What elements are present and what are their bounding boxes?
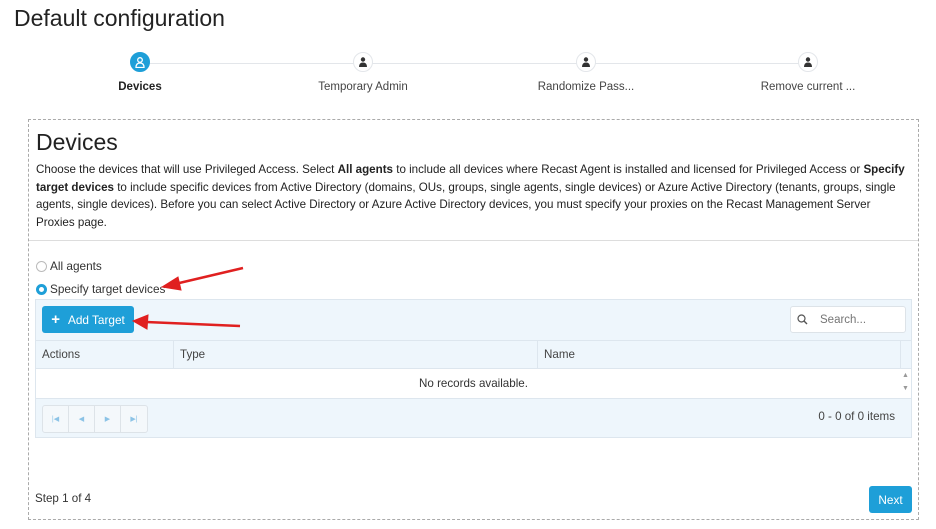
divider xyxy=(29,240,918,241)
plus-icon: + xyxy=(51,311,60,328)
scrollbar[interactable]: ▲ ▼ xyxy=(900,369,911,398)
add-target-button[interactable]: + Add Target xyxy=(42,306,134,333)
user-icon xyxy=(798,52,818,72)
search-icon xyxy=(797,314,808,325)
search-input[interactable] xyxy=(820,313,900,326)
user-icon xyxy=(130,52,150,72)
stepper-line xyxy=(140,63,808,64)
page-title: Default configuration xyxy=(14,5,225,31)
targets-grid: +Add Target Actions Type Name No records… xyxy=(35,299,912,438)
radio-button[interactable] xyxy=(36,283,47,295)
wizard-stepper: Devices Temporary Admin Randomize Pass..… xyxy=(30,52,920,102)
devices-panel: Devices Choose the devices that will use… xyxy=(28,119,919,520)
pager: |◀ ◀ ▶ ▶| xyxy=(42,405,148,433)
grid-header: Actions Type Name xyxy=(36,340,911,369)
step-remove-current[interactable]: Remove current ... xyxy=(728,52,888,93)
scroll-down-icon: ▼ xyxy=(902,385,909,392)
scroll-up-icon: ▲ xyxy=(902,372,909,379)
column-name[interactable]: Name xyxy=(538,341,901,369)
step-devices[interactable]: Devices xyxy=(60,52,220,93)
section-description: Choose the devices that will use Privile… xyxy=(36,163,905,229)
empty-message: No records available. xyxy=(419,377,528,390)
step-temporary-admin[interactable]: Temporary Admin xyxy=(283,52,443,93)
step-counter: Step 1 of 4 xyxy=(35,492,92,505)
grid-body: No records available. ▲ ▼ xyxy=(36,369,911,399)
next-button[interactable]: Next xyxy=(869,486,912,513)
column-actions[interactable]: Actions xyxy=(36,341,174,369)
user-icon xyxy=(576,52,596,72)
radio-button[interactable] xyxy=(36,260,47,272)
user-icon xyxy=(353,52,373,72)
prev-page-button[interactable]: ◀ xyxy=(69,406,95,432)
last-page-button[interactable]: ▶| xyxy=(121,406,147,432)
next-page-button[interactable]: ▶ xyxy=(95,406,121,432)
first-page-button[interactable]: |◀ xyxy=(43,406,69,432)
pager-info: 0 - 0 of 0 items xyxy=(818,410,895,423)
radio-all-agents[interactable]: All agents xyxy=(36,259,102,273)
search-box[interactable] xyxy=(790,306,906,333)
radio-specify-target-devices[interactable]: Specify target devices xyxy=(36,282,165,296)
column-type[interactable]: Type xyxy=(174,341,538,369)
step-randomize-password[interactable]: Randomize Pass... xyxy=(506,52,666,93)
section-title: Devices xyxy=(36,129,118,155)
